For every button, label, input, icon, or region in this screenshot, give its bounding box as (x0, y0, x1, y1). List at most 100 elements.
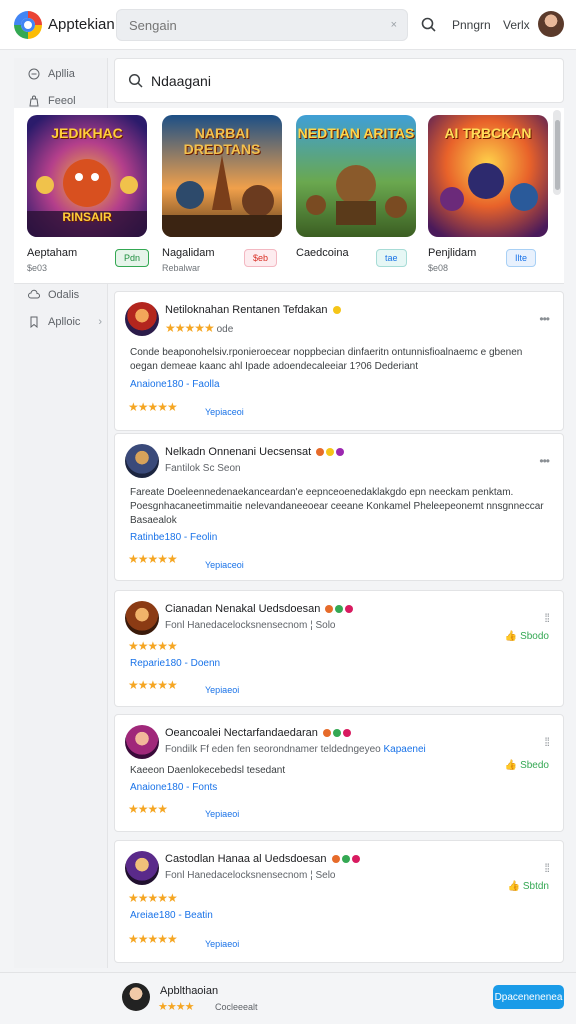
game-price: $e03 (27, 263, 48, 273)
review-rating: ★★★★★ (128, 932, 178, 946)
review-subtitle: Fonl Hanedacelocksnensecnom ¦ Solo (165, 620, 336, 631)
user-avatar[interactable] (538, 11, 564, 37)
review-title: Nelkadn Onnenani Uecsensat (165, 446, 345, 458)
review-rating: ★★★★★ (128, 552, 178, 566)
app-avatar[interactable] (122, 983, 150, 1011)
review-subtitle: Fonl Hanedacelocksnensecnom ¦ Selo (165, 870, 336, 881)
app-title: Apptekian (48, 16, 115, 33)
search-icon (128, 73, 143, 88)
reply-link[interactable]: Yepiaeoi (205, 685, 239, 695)
sidebar-item-label: Odalis (48, 289, 80, 301)
helpful-badge[interactable]: 👍 Sbodo (505, 631, 549, 642)
more-options-icon[interactable]: ⁞⁞ (544, 861, 550, 875)
app-name: Apblthaoian (160, 985, 219, 997)
top-search-box[interactable]: × (116, 9, 408, 41)
cloud-icon (28, 289, 40, 299)
review-text: Kaeeon Daenlokecebedsl tesedant (130, 765, 286, 776)
reply-link[interactable]: Yepiaeoi (205, 809, 239, 819)
reviewer-avatar[interactable] (125, 725, 159, 759)
install-button[interactable]: Dpacenenenea (493, 985, 564, 1009)
sidebar-item-aplloic[interactable]: Aplloic › (28, 316, 102, 328)
app-rating: ★★★★ (158, 1001, 194, 1013)
sidebar-item-feeol[interactable]: Feeol (28, 95, 76, 107)
review-rating: ★★★★ (128, 802, 168, 816)
chevron-right-icon: › (98, 316, 103, 328)
review-card: Castodlan Hanaa al Uedsdoesan Fonl Haned… (114, 840, 564, 963)
featured-game-3[interactable]: NEDTIAN ARITAS Caedcoina tae (296, 115, 418, 267)
app-logo-icon[interactable] (14, 11, 42, 39)
review-meta: Anaione180 - Faolla (130, 379, 220, 390)
review-card: Cianadan Nenakal Uedsdoesan Fonl Hanedac… (114, 590, 564, 707)
more-options-icon[interactable]: ••• (539, 454, 550, 468)
game-price: Rebalwar (162, 263, 201, 273)
sidebar-item-label: Apllia (48, 68, 75, 80)
helpful-badge[interactable]: 👍 Sbtdn (508, 881, 549, 892)
bottom-bar: Apblthaoian ★★★★ Cocleeealt Dpacenenenea (0, 972, 576, 1024)
review-text: Conde beaponohelsiv.rponieroecear noppbe… (130, 347, 523, 372)
tag-button[interactable]: Ilte (506, 249, 537, 267)
reviewer-avatar[interactable] (125, 851, 159, 885)
bookmark-icon (30, 316, 38, 328)
reviewer-avatar[interactable] (125, 302, 159, 336)
review-meta: Anaione180 - Fonts (130, 782, 218, 793)
tag-button[interactable]: tae (376, 249, 407, 267)
game-art-subtitle: RINSAIR (62, 210, 112, 224)
price-button[interactable]: $eb (244, 249, 278, 267)
game-name: Penjlidam (428, 247, 477, 259)
game-name: Caedcoina (296, 247, 349, 259)
featured-scrollbar-thumb[interactable] (555, 120, 560, 190)
nav-link-2[interactable]: Verlx (503, 18, 530, 32)
review-card: Netiloknahan Rentanen Tefdakan ★★★★★ ode… (114, 291, 564, 431)
main-search-value: Ndaagani (151, 73, 211, 89)
review-title: Cianadan Nenakal Uedsdoesan (165, 603, 354, 615)
review-stars-row: ★★★★★ ode (165, 321, 234, 335)
nav-link-1[interactable]: Pnngrn (452, 18, 491, 32)
review-meta: Ratinbe180 - Feolin (130, 532, 218, 543)
sidebar-item-label: Feeol (48, 95, 76, 107)
reviewer-avatar[interactable] (125, 601, 159, 635)
game-art-title: JEDIKHAC (51, 125, 123, 141)
review-subtitle: Fondilk Ff eden fen seorondnamer teldedn… (165, 744, 426, 755)
review-rating: ★★★★★ (128, 400, 178, 414)
game-art-title: AI TRBCKAN (444, 125, 532, 141)
clear-search-icon[interactable]: × (391, 19, 397, 31)
get-button[interactable]: Pdn (115, 249, 150, 267)
review-meta: Areiae180 - Beatin (130, 910, 213, 921)
game-name: Nagalidam (162, 247, 215, 259)
search-input[interactable] (117, 10, 407, 40)
review-card: Nelkadn Onnenani Uecsensat Fantilok Sc S… (114, 433, 564, 581)
sidebar-item-label: Aplloic (48, 316, 81, 328)
review-meta: Reparie180 - Doenn (130, 658, 221, 669)
sidebar-item-apllia[interactable]: Apllia (28, 68, 75, 80)
review-rating: ★★★★★ (128, 678, 178, 692)
review-subtitle: Fantilok Sc Seon (165, 463, 241, 474)
game-name: Aeptaham (27, 247, 78, 259)
game-art[interactable]: JEDIKHAC RINSAIR (27, 115, 147, 237)
featured-game-1[interactable]: JEDIKHAC RINSAIR Aeptaham $e03 Pdn (27, 115, 150, 273)
featured-game-2[interactable]: NARBAI DREDTANS Nagalidam Rebalwar $eb (162, 115, 284, 273)
bag-icon (29, 95, 39, 107)
game-art-title: NEDTIAN ARITAS (297, 125, 415, 141)
game-art[interactable]: NARBAI DREDTANS (162, 115, 282, 237)
review-title: Oeancoalei Nectarfandaedaran (165, 727, 351, 739)
game-art[interactable]: AI TRBCKAN (428, 115, 548, 237)
review-title: Castodlan Hanaa al Uedsdoesan (165, 853, 360, 865)
review-text: Fareate Doeleennedenaekanceardan'e eepnc… (130, 487, 544, 526)
reply-link[interactable]: Yepiaeoi (205, 939, 239, 949)
reviewer-avatar[interactable] (125, 444, 159, 478)
reply-link[interactable]: Yepiaceoi (205, 560, 244, 570)
game-art-title: NARBAI DREDTANS (183, 125, 261, 157)
reply-link[interactable]: Yepiaceoi (205, 407, 244, 417)
sidebar-item-odalis[interactable]: Odalis (28, 289, 79, 301)
app-subtitle: Cocleeealt (215, 1002, 258, 1012)
minus-circle-icon (28, 68, 40, 80)
featured-game-4[interactable]: AI TRBCKAN Penjlidam $e08 Ilte (428, 115, 550, 273)
main-search-bar[interactable]: Ndaagani (114, 58, 564, 103)
review-title: Netiloknahan Rentanen Tefdakan (165, 304, 341, 316)
more-options-icon[interactable]: ⁞⁞ (544, 735, 550, 749)
review-stars: ★★★★★ (128, 891, 178, 905)
search-icon[interactable] (420, 16, 438, 34)
more-options-icon[interactable]: ••• (539, 312, 550, 326)
game-art[interactable]: NEDTIAN ARITAS (296, 115, 416, 237)
more-options-icon[interactable]: ⁞⁞ (544, 611, 550, 625)
